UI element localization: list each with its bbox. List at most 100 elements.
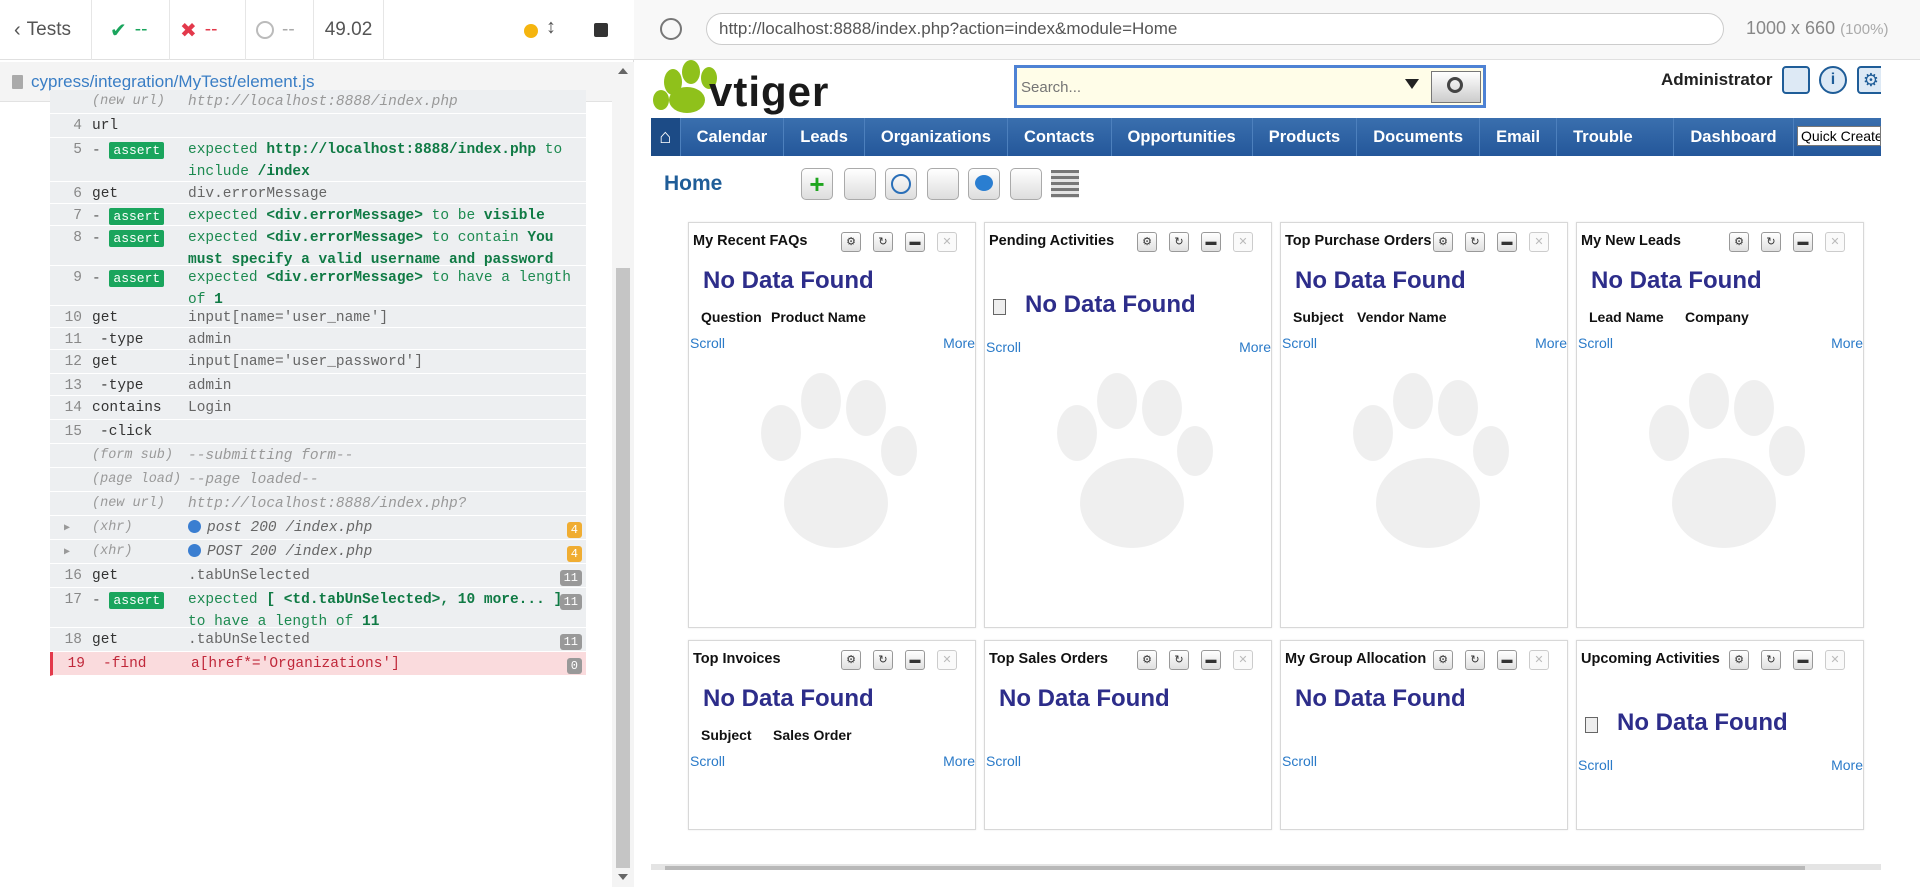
- command-row[interactable]: 13 -type admin: [50, 374, 586, 396]
- minimize-icon[interactable]: ▬: [1201, 232, 1221, 252]
- scroll-link[interactable]: Scroll: [1282, 753, 1317, 769]
- scroll-link[interactable]: Scroll: [690, 335, 725, 351]
- minimize-icon[interactable]: ▬: [1793, 232, 1813, 252]
- stop-icon[interactable]: [594, 23, 608, 37]
- command-row[interactable]: 10 get input[name='user_name']: [50, 306, 586, 328]
- more-link[interactable]: More: [943, 753, 975, 769]
- scroll-down-icon[interactable]: [618, 874, 628, 880]
- command-row[interactable]: 16 get .tabUnSelected 11: [50, 564, 586, 588]
- refresh-icon[interactable]: ↻: [1761, 650, 1781, 670]
- menu-item-opportunities[interactable]: Opportunities: [1112, 118, 1253, 156]
- command-row[interactable]: 18 get .tabUnSelected 11: [50, 628, 586, 652]
- command-row[interactable]: 15 -click: [50, 420, 586, 444]
- more-link[interactable]: More: [1831, 757, 1863, 773]
- spec-file-link[interactable]: cypress/integration/MyTest/element.js: [31, 72, 314, 92]
- refresh-icon[interactable]: ↻: [873, 232, 893, 252]
- auto-scroll-icon[interactable]: ↕: [546, 16, 556, 39]
- settings-gear-icon[interactable]: ⚙: [1857, 66, 1881, 94]
- command-row[interactable]: 6 get div.errorMessage: [50, 182, 586, 204]
- command-row[interactable]: (page load) --page loaded--: [50, 468, 586, 492]
- close-icon[interactable]: ✕: [1233, 232, 1253, 252]
- settings-icon[interactable]: ⚙: [1729, 232, 1749, 252]
- close-icon[interactable]: ✕: [1529, 232, 1549, 252]
- settings-icon[interactable]: ⚙: [1729, 650, 1749, 670]
- selector-playground-icon[interactable]: [660, 18, 682, 40]
- settings-icon[interactable]: ⚙: [1433, 232, 1453, 252]
- refresh-icon[interactable]: ↻: [873, 650, 893, 670]
- search-dropdown-icon[interactable]: [1405, 79, 1419, 89]
- calculator-icon[interactable]: [927, 168, 959, 200]
- chat-icon[interactable]: [968, 168, 1000, 200]
- minimize-icon[interactable]: ▬: [905, 232, 925, 252]
- settings-icon[interactable]: ⚙: [841, 232, 861, 252]
- scroll-link[interactable]: Scroll: [690, 753, 725, 769]
- tests-button[interactable]: ‹ Tests: [0, 0, 92, 60]
- menu-item-organizations[interactable]: Organizations: [865, 118, 1008, 156]
- refresh-icon[interactable]: ↻: [1465, 650, 1485, 670]
- command-row[interactable]: (new url) http://localhost:8888/index.php: [50, 90, 586, 114]
- scroll-link[interactable]: Scroll: [1282, 335, 1317, 351]
- menu-item-leads[interactable]: Leads: [784, 118, 865, 156]
- expand-caret-icon[interactable]: ▶: [64, 522, 70, 534]
- command-row[interactable]: (xhr) post 200 /index.php ▶ 4: [50, 516, 586, 540]
- more-link[interactable]: More: [1535, 335, 1567, 351]
- search-button[interactable]: [1431, 71, 1481, 103]
- scroll-thumb[interactable]: [665, 866, 1805, 870]
- home-icon[interactable]: ⌂: [651, 118, 681, 156]
- scroll-link[interactable]: Scroll: [986, 339, 1021, 355]
- close-icon[interactable]: ✕: [1233, 650, 1253, 670]
- download-icon[interactable]: [1010, 168, 1042, 200]
- settings-icon[interactable]: ⚙: [841, 650, 861, 670]
- minimize-icon[interactable]: ▬: [1497, 232, 1517, 252]
- command-row[interactable]: 9 - assert expected <div.errorMessage> to …: [50, 266, 586, 308]
- close-icon[interactable]: ✕: [1529, 650, 1549, 670]
- scroll-link[interactable]: Scroll: [1578, 335, 1613, 351]
- scroll-up-icon[interactable]: [618, 68, 628, 74]
- command-row[interactable]: 14 contains Login: [50, 396, 586, 420]
- minimize-icon[interactable]: ▬: [1793, 650, 1813, 670]
- quick-create-select[interactable]: Quick Create: [1797, 126, 1881, 146]
- close-icon[interactable]: ✕: [1825, 650, 1845, 670]
- command-row[interactable]: 5 - assert expected http://localhost:8888/…: [50, 138, 586, 182]
- search-input[interactable]: [1021, 74, 1401, 100]
- info-icon[interactable]: i: [1819, 66, 1847, 94]
- more-link[interactable]: More: [1239, 339, 1271, 355]
- menu-item-trouble-tickets[interactable]: Trouble Tickets: [1557, 118, 1675, 184]
- command-row[interactable]: 8 - assert expected <div.errorMessage> to …: [50, 226, 586, 268]
- add-icon[interactable]: +: [801, 168, 833, 200]
- minimize-icon[interactable]: ▬: [1201, 650, 1221, 670]
- command-row[interactable]: (new url) http://localhost:8888/index.php…: [50, 492, 586, 534]
- menu-item-documents[interactable]: Documents: [1357, 118, 1481, 156]
- command-row[interactable]: (form sub) --submitting form--: [50, 444, 586, 468]
- expand-caret-icon[interactable]: ▶: [64, 546, 70, 558]
- scroll-link[interactable]: Scroll: [986, 753, 1021, 769]
- command-row[interactable]: (xhr) POST 200 /index.php ▶ 4: [50, 540, 586, 564]
- more-link[interactable]: More: [943, 335, 975, 351]
- settings-icon[interactable]: ⚙: [1137, 650, 1157, 670]
- refresh-icon[interactable]: ↻: [1761, 232, 1781, 252]
- command-row[interactable]: 12 get input[name='user_password']: [50, 350, 586, 374]
- command-row[interactable]: 7 - assert expected <div.errorMessage> to …: [50, 204, 586, 226]
- close-icon[interactable]: ✕: [1825, 232, 1845, 252]
- command-row[interactable]: 17 - assert expected [ <td.tabUnSelected>,…: [50, 588, 586, 630]
- layout-icon[interactable]: [844, 168, 876, 200]
- menu-item-calendar[interactable]: Calendar: [681, 118, 785, 156]
- horizontal-scrollbar[interactable]: [651, 864, 1881, 870]
- minimize-icon[interactable]: ▬: [905, 650, 925, 670]
- scroll-thumb[interactable]: [616, 268, 630, 868]
- menu-item-contacts[interactable]: Contacts: [1008, 118, 1112, 156]
- clock-icon[interactable]: [885, 168, 917, 200]
- menu-item-email[interactable]: Email: [1480, 118, 1558, 156]
- minimize-icon[interactable]: ▬: [1497, 650, 1517, 670]
- close-icon[interactable]: ✕: [937, 232, 957, 252]
- user-profile-icon[interactable]: [1782, 66, 1810, 94]
- refresh-icon[interactable]: ↻: [1169, 232, 1189, 252]
- command-row[interactable]: 19 -find a[href*='Organizations'] 0: [50, 652, 586, 676]
- menu-item-dashboard[interactable]: Dashboard: [1674, 118, 1794, 156]
- settings-icon[interactable]: ⚙: [1433, 650, 1453, 670]
- refresh-icon[interactable]: ↻: [1169, 650, 1189, 670]
- menu-item-products[interactable]: Products: [1253, 118, 1358, 156]
- url-field[interactable]: http://localhost:8888/index.php?action=i…: [706, 13, 1724, 45]
- list-icon[interactable]: [1051, 170, 1079, 198]
- close-icon[interactable]: ✕: [937, 650, 957, 670]
